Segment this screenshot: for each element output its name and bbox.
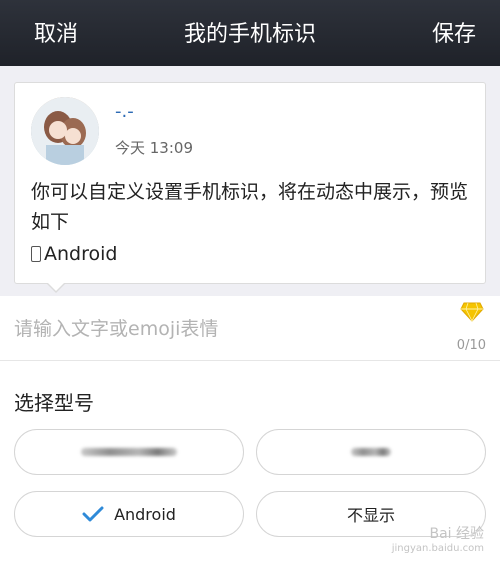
char-counter: 0/10 bbox=[456, 338, 486, 353]
device-tag: Android bbox=[31, 243, 117, 265]
gem-icon[interactable] bbox=[460, 302, 484, 322]
page-title: 我的手机标识 bbox=[183, 22, 316, 47]
model-section: 选择型号 Android 不显示 Bai 经验 jingyan.baidu.co… bbox=[0, 360, 500, 568]
watermark-brand: Bai 经验 bbox=[429, 526, 484, 542]
post-timestamp: 今天 13:09 bbox=[115, 139, 193, 157]
identifier-input[interactable]: 请输入文字或emoji表情 bbox=[14, 314, 218, 341]
watermark: Bai 经验 jingyan.baidu.com bbox=[392, 523, 484, 554]
phone-icon bbox=[31, 246, 41, 262]
top-bar: 取消 我的手机标识 保存 bbox=[0, 0, 500, 66]
preview-card: -.- 今天 13:09 你可以自定义设置手机标识，将在动态中展示，预览如下 A… bbox=[14, 82, 486, 284]
section-title: 选择型号 bbox=[14, 391, 94, 415]
checkmark-icon bbox=[82, 506, 104, 522]
model-option-1[interactable] bbox=[14, 429, 244, 475]
device-label: Android bbox=[44, 243, 118, 265]
username[interactable]: -.- bbox=[115, 101, 134, 122]
post-text: 你可以自定义设置手机标识，将在动态中展示，预览如下 bbox=[31, 181, 469, 233]
avatar-image bbox=[31, 97, 99, 165]
save-button[interactable]: 保存 bbox=[432, 16, 476, 48]
blurred-label bbox=[351, 448, 391, 456]
blurred-label bbox=[81, 448, 177, 456]
card-pointer-fill bbox=[47, 282, 65, 291]
model-option-android[interactable]: Android bbox=[14, 491, 244, 537]
option-label: Android bbox=[114, 504, 176, 524]
watermark-url: jingyan.baidu.com bbox=[391, 543, 484, 554]
identifier-input-area[interactable]: 请输入文字或emoji表情 0/10 bbox=[0, 296, 500, 360]
option-label: 不显示 bbox=[346, 506, 395, 525]
model-option-2[interactable] bbox=[256, 429, 486, 475]
avatar bbox=[31, 97, 99, 165]
